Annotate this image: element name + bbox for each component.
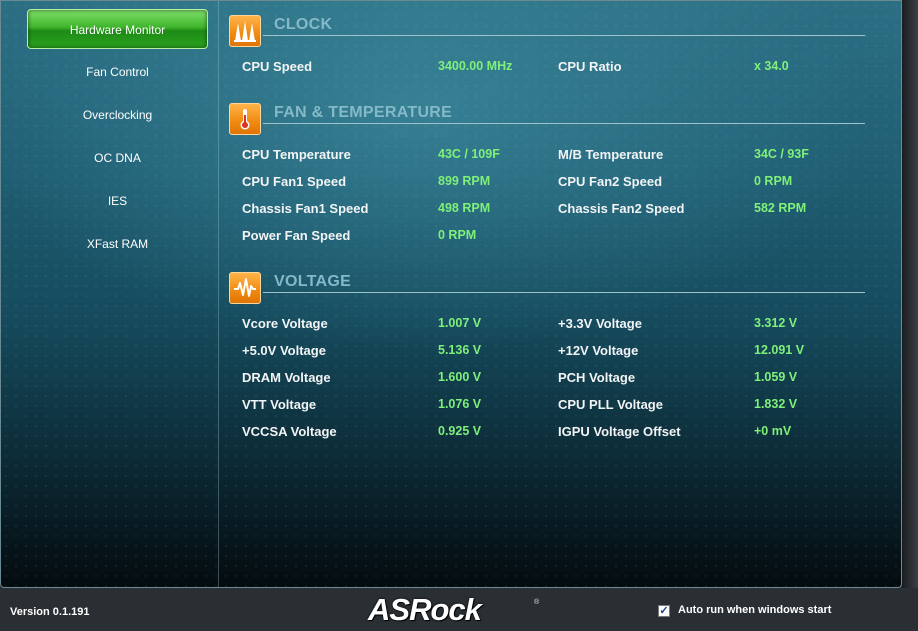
cpu-fan2-speed-label: CPU Fan2 Speed	[558, 174, 663, 189]
sidebar-item-ies[interactable]: IES	[27, 182, 208, 220]
sidebar-item-overclocking[interactable]: Overclocking	[27, 96, 208, 134]
cpu-fan2-speed-value: 0 RPM	[754, 174, 793, 188]
chassis-fan2-speed-label: Chassis Fan2 Speed	[558, 201, 685, 216]
vcore-voltage-value: 1.007 V	[438, 316, 482, 330]
cpu-fan1-speed-value: 899 RPM	[438, 174, 491, 188]
3v3-voltage-label: +3.3V Voltage	[558, 316, 642, 331]
asrock-app-window: Hardware Monitor Fan Control Overclockin…	[0, 0, 918, 631]
cpu-fan1-speed-label: CPU Fan1 Speed	[242, 174, 347, 189]
mb-temperature-label: M/B Temperature	[558, 147, 664, 162]
cpu-pll-voltage-label: CPU PLL Voltage	[558, 397, 663, 412]
12v-voltage-value: 12.091 V	[754, 343, 805, 357]
igpu-voltage-offset-label: IGPU Voltage Offset	[558, 424, 681, 439]
pch-voltage-label: PCH Voltage	[558, 370, 636, 385]
clock-section-header: CLOCK	[229, 15, 865, 49]
sidebar-item-hardware-monitor[interactable]: Hardware Monitor	[27, 9, 208, 49]
clock-bars-icon	[229, 15, 261, 47]
version-label: Version 0.1.191	[10, 606, 90, 618]
thermometer-icon	[229, 103, 261, 135]
section-divider	[263, 123, 865, 124]
asrock-logo: ASRock	[368, 592, 482, 627]
section-divider	[263, 35, 865, 36]
chassis-fan1-speed-value: 498 RPM	[438, 201, 491, 215]
voltage-section-header: VOLTAGE	[229, 272, 865, 306]
sidebar-item-fan-control[interactable]: Fan Control	[27, 53, 208, 91]
5v0-voltage-value: 5.136 V	[438, 343, 482, 357]
chassis-fan1-speed-label: Chassis Fan1 Speed	[242, 201, 369, 216]
section-title-clock: CLOCK	[274, 16, 333, 33]
igpu-voltage-offset-value: +0 mV	[754, 424, 792, 438]
window-edge	[902, 0, 918, 588]
cpu-temperature-value: 43C / 109F	[438, 147, 500, 161]
dram-voltage-label: DRAM Voltage	[242, 370, 331, 385]
power-fan-speed-label: Power Fan Speed	[242, 228, 351, 243]
vtt-voltage-value: 1.076 V	[438, 397, 482, 411]
12v-voltage-label: +12V Voltage	[558, 343, 639, 358]
power-fan-speed-value: 0 RPM	[438, 228, 477, 242]
sidebar-item-xfast-ram[interactable]: XFast RAM	[27, 225, 208, 263]
autorun-label[interactable]: Auto run when windows start	[678, 604, 831, 616]
sidebar-item-oc-dna[interactable]: OC DNA	[27, 139, 208, 177]
chassis-fan2-speed-value: 582 RPM	[754, 201, 807, 215]
cpu-ratio-label: CPU Ratio	[558, 59, 622, 74]
registered-mark: ®	[534, 599, 540, 606]
3v3-voltage-value: 3.312 V	[754, 316, 798, 330]
cpu-pll-voltage-value: 1.832 V	[754, 397, 798, 411]
autorun-checkbox[interactable]: ✓	[658, 605, 670, 617]
cpu-ratio-value: x 34.0	[754, 59, 789, 73]
section-divider	[263, 292, 865, 293]
5v0-voltage-label: +5.0V Voltage	[242, 343, 326, 358]
cpu-speed-value: 3400.00 MHz	[438, 59, 513, 73]
vtt-voltage-label: VTT Voltage	[242, 397, 317, 412]
vccsa-voltage-value: 0.925 V	[438, 424, 482, 438]
sidebar: Hardware Monitor Fan Control Overclockin…	[1, 1, 219, 587]
vcore-voltage-label: Vcore Voltage	[242, 316, 328, 331]
cpu-temperature-label: CPU Temperature	[242, 147, 351, 162]
bottom-bar: Version 0.1.191 ASRock ® ✓ Auto run when…	[0, 588, 918, 631]
vccsa-voltage-label: VCCSA Voltage	[242, 424, 337, 439]
mb-temperature-value: 34C / 93F	[754, 147, 809, 161]
cpu-speed-label: CPU Speed	[242, 59, 313, 74]
section-title-voltage: VOLTAGE	[274, 273, 352, 290]
fan-temperature-section-header: FAN & TEMPERATURE	[229, 103, 865, 137]
main-panel: Hardware Monitor Fan Control Overclockin…	[0, 0, 902, 588]
dram-voltage-value: 1.600 V	[438, 370, 482, 384]
pch-voltage-value: 1.059 V	[754, 370, 798, 384]
waveform-icon	[229, 272, 261, 304]
section-title-fan-temperature: FAN & TEMPERATURE	[274, 104, 453, 121]
